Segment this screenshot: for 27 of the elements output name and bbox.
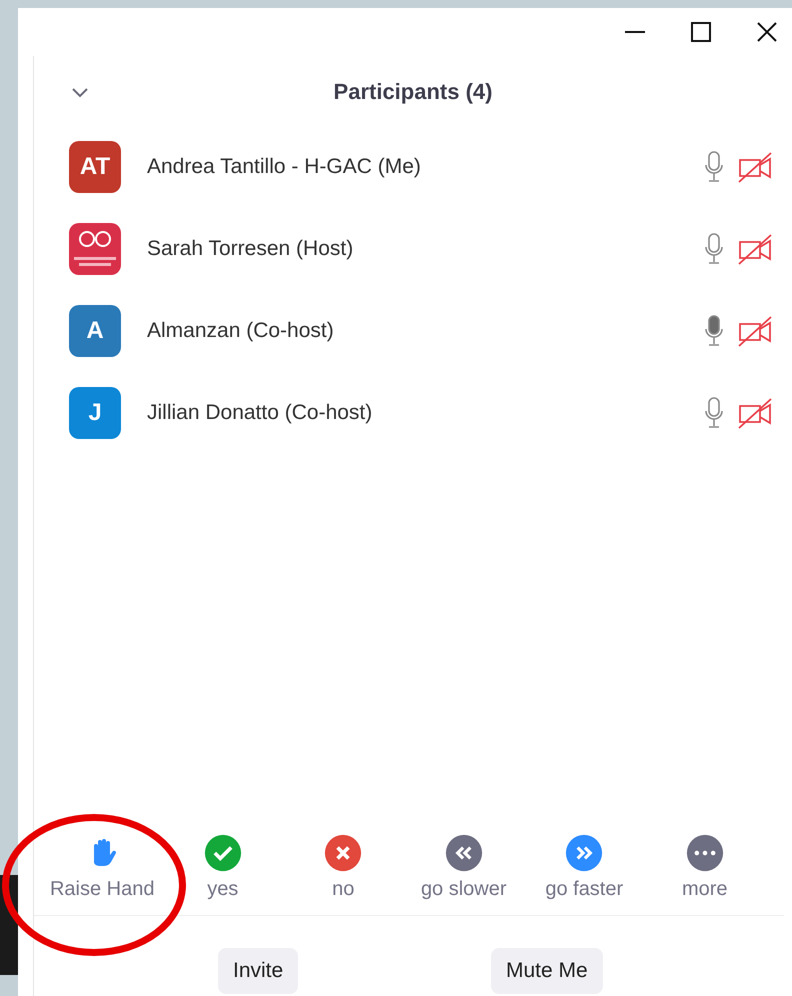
microphone-icon[interactable] bbox=[704, 233, 724, 265]
reaction-button[interactable]: go faster bbox=[524, 834, 644, 904]
participant-name: Almanzan (Co-host) bbox=[147, 318, 335, 344]
video-off-icon[interactable] bbox=[738, 315, 772, 347]
reaction-button[interactable]: Raise Hand bbox=[42, 834, 162, 904]
avatar: A bbox=[69, 305, 121, 357]
reaction-button[interactable]: yes bbox=[162, 834, 283, 904]
collapse-chevron-icon[interactable] bbox=[71, 87, 89, 99]
microphone-icon[interactable] bbox=[704, 397, 724, 429]
participant-name: Sarah Torresen (Host) bbox=[147, 236, 354, 262]
avatar: J bbox=[69, 387, 121, 439]
microphone-icon[interactable] bbox=[704, 151, 724, 183]
action-button[interactable]: Invite bbox=[218, 948, 298, 994]
action-button[interactable]: Mute Me bbox=[491, 948, 603, 994]
panel-title: Participants (4) bbox=[334, 78, 492, 106]
close-icon[interactable] bbox=[756, 21, 778, 43]
reaction-button[interactable]: go slower bbox=[404, 834, 524, 904]
video-off-icon[interactable] bbox=[738, 233, 772, 265]
microphone-icon[interactable] bbox=[704, 315, 724, 347]
participant-name: Andrea Tantillo - H-GAC (Me) bbox=[147, 154, 422, 180]
avatar: AT bbox=[69, 141, 121, 193]
participant-name: Jillian Donatto (Co-host) bbox=[147, 400, 374, 426]
reaction-button[interactable]: no bbox=[283, 834, 404, 904]
video-off-icon[interactable] bbox=[738, 151, 772, 183]
video-off-icon[interactable] bbox=[738, 397, 772, 429]
maximize-icon[interactable] bbox=[690, 21, 712, 43]
reaction-button[interactable]: more bbox=[644, 834, 765, 904]
